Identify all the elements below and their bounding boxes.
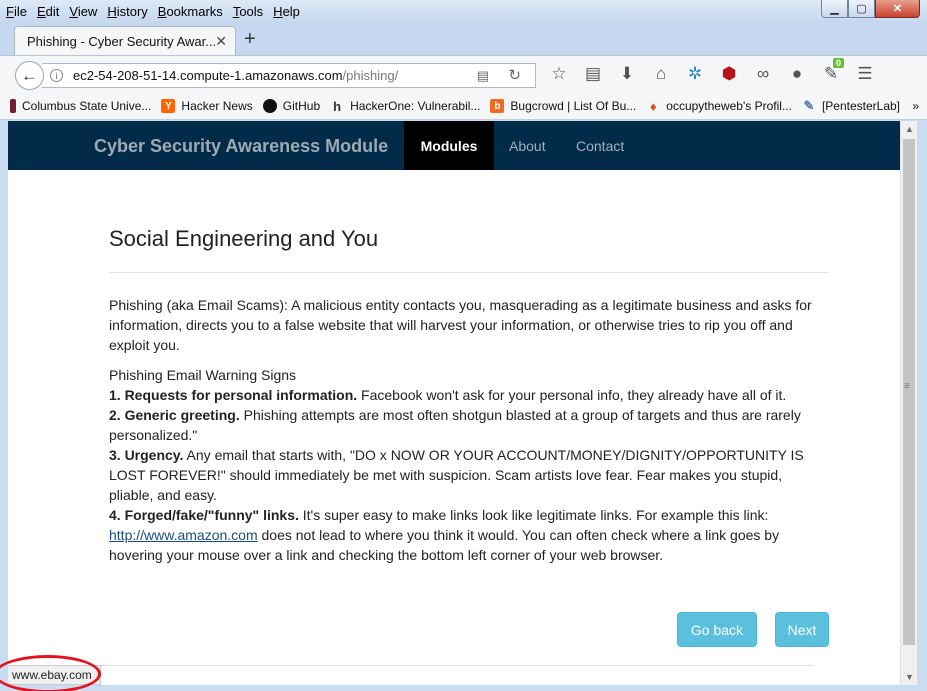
new-tab-button[interactable]: + bbox=[244, 28, 256, 51]
hackerone-icon: h bbox=[333, 98, 342, 114]
columbus-state-icon bbox=[10, 99, 16, 113]
next-button[interactable]: Next bbox=[775, 612, 829, 647]
window-border-left bbox=[0, 121, 8, 691]
star-bookmark-icon[interactable]: ☆ bbox=[542, 64, 576, 84]
reading-list-icon[interactable]: ▤ bbox=[576, 64, 610, 84]
navigation-toolbar: i ec2-54-208-51-14.compute-1.amazonaws.c… bbox=[0, 55, 927, 93]
back-arrow-icon[interactable]: ← bbox=[15, 61, 44, 90]
vertical-scrollbar[interactable]: ▲ ≡ ▼ bbox=[900, 121, 917, 685]
warning-signs: Phishing Email Warning Signs 1. Requests… bbox=[109, 365, 829, 565]
reader-view-icon[interactable]: ▤ bbox=[477, 68, 489, 84]
sign-3-title: 3. Urgency. bbox=[109, 447, 184, 463]
scrollbar-thumb[interactable] bbox=[903, 139, 915, 645]
title-divider bbox=[109, 272, 829, 273]
amazon-link[interactable]: http://www.amazon.com bbox=[109, 527, 258, 543]
download-icon[interactable]: ⬇ bbox=[610, 64, 644, 84]
url-bar[interactable]: i ec2-54-208-51-14.compute-1.amazonaws.c… bbox=[42, 63, 536, 88]
bookmark-github[interactable]: GitHub bbox=[262, 99, 320, 113]
menu-edit[interactable]: Edit bbox=[37, 4, 59, 19]
menu-bookmarks[interactable]: Bookmarks bbox=[158, 4, 223, 19]
annotation-circle bbox=[0, 655, 101, 691]
article-content: Social Engineering and You Phishing (aka… bbox=[109, 170, 829, 565]
ublock-icon[interactable]: ⬢ bbox=[712, 64, 746, 84]
url-path: /phishing/ bbox=[342, 68, 399, 83]
minimize-button[interactable]: ▁ bbox=[821, 0, 848, 18]
account-icon[interactable]: ● bbox=[780, 64, 814, 84]
nav-modules[interactable]: Modules bbox=[404, 121, 494, 170]
tab-phishing[interactable]: Phishing - Cyber Security Awar... ✕ bbox=[14, 26, 236, 55]
bookmarks-toolbar: Columbus State Unive... Y Hacker News Git… bbox=[0, 93, 927, 120]
bookmarks-overflow-icon[interactable]: » bbox=[912, 99, 919, 113]
site-navbar: Cyber Security Awareness Module Modules … bbox=[8, 121, 900, 170]
menu-history[interactable]: History bbox=[107, 4, 147, 19]
hacker-news-icon: Y bbox=[161, 99, 176, 113]
menu-view[interactable]: View bbox=[69, 4, 97, 19]
bookmark-hackerone[interactable]: h HackerOne: Vulnerabil... bbox=[330, 98, 480, 114]
addon-badge-icon[interactable]: ✎ 0 bbox=[814, 58, 848, 84]
bookmark-pentesterlab[interactable]: ✎ [PentesterLab] bbox=[802, 98, 901, 113]
menu-file[interactable]: File bbox=[6, 4, 27, 19]
info-icon[interactable]: i bbox=[50, 69, 63, 82]
scroll-down-icon[interactable]: ▼ bbox=[905, 672, 914, 682]
bookmark-hacker-news[interactable]: Y Hacker News bbox=[161, 99, 253, 113]
sign-2-title: 2. Generic greeting. bbox=[109, 407, 240, 423]
reload-icon[interactable]: ↻ bbox=[508, 66, 521, 84]
bugcrowd-icon: b bbox=[490, 99, 505, 113]
nav-about[interactable]: About bbox=[495, 121, 560, 170]
window-border-right bbox=[917, 121, 927, 691]
scroll-up-icon[interactable]: ▲ bbox=[905, 124, 914, 134]
footer-divider bbox=[8, 665, 814, 666]
window-controls: ▁ ▢ ✕ bbox=[821, 0, 920, 18]
bookmark-columbus-state[interactable]: Columbus State Unive... bbox=[10, 99, 151, 113]
page-viewport: Cyber Security Awareness Module Modules … bbox=[8, 121, 900, 685]
page-title: Social Engineering and You bbox=[109, 226, 379, 251]
sign-1-title: 1. Requests for personal information. bbox=[109, 387, 358, 403]
github-icon bbox=[262, 99, 277, 113]
menu-help[interactable]: Help bbox=[273, 4, 300, 19]
home-icon[interactable]: ⌂ bbox=[644, 64, 678, 84]
bookmark-occupytheweb[interactable]: ♦ occupytheweb's Profil... bbox=[646, 98, 792, 114]
pentesterlab-icon: ✎ bbox=[803, 98, 815, 113]
sign-4-title: 4. Forged/fake/"funny" links. bbox=[109, 507, 299, 523]
sign-1-text: Facebook won't ask for your personal inf… bbox=[357, 387, 787, 403]
tab-strip: Phishing - Cyber Security Awar... ✕ + bbox=[0, 22, 927, 55]
sign-4-text: It's super easy to make links look like … bbox=[298, 507, 769, 523]
go-back-button[interactable]: Go back bbox=[677, 612, 757, 647]
flame-icon: ♦ bbox=[649, 98, 657, 114]
bookmark-bugcrowd[interactable]: b Bugcrowd | List Of Bu... bbox=[490, 99, 636, 113]
scrollbar-grip-icon: ≡ bbox=[904, 381, 910, 392]
sign-3-text: Any email that starts with, "DO x NOW OR… bbox=[109, 447, 804, 503]
nav-contact[interactable]: Contact bbox=[562, 121, 638, 170]
tab-title: Phishing - Cyber Security Awar... bbox=[27, 33, 216, 49]
ghostery-icon[interactable]: ∞ bbox=[746, 64, 780, 84]
site-brand[interactable]: Cyber Security Awareness Module bbox=[94, 136, 388, 157]
title-bar: File Edit View History Bookmarks Tools H… bbox=[0, 0, 927, 22]
window-border-bottom bbox=[0, 685, 927, 691]
warning-signs-heading: Phishing Email Warning Signs bbox=[109, 367, 297, 383]
close-window-button[interactable]: ✕ bbox=[875, 0, 920, 18]
hamburger-menu-icon[interactable]: ☰ bbox=[848, 64, 882, 84]
addon-badge-count: 0 bbox=[833, 58, 845, 68]
extension-icon[interactable]: ✲ bbox=[678, 64, 712, 84]
menu-tools[interactable]: Tools bbox=[233, 4, 263, 19]
maximize-button[interactable]: ▢ bbox=[848, 0, 875, 18]
close-tab-icon[interactable]: ✕ bbox=[215, 33, 227, 50]
url-host: ec2-54-208-51-14.compute-1.amazonaws.com bbox=[73, 68, 343, 83]
intro-paragraph: Phishing (aka Email Scams): A malicious … bbox=[109, 297, 812, 353]
menu-bar: File Edit View History Bookmarks Tools H… bbox=[6, 1, 310, 21]
toolbar-icons: ☆ ▤ ⬇ ⌂ ✲ ⬢ ∞ ● ✎ 0 ☰ bbox=[542, 58, 882, 84]
